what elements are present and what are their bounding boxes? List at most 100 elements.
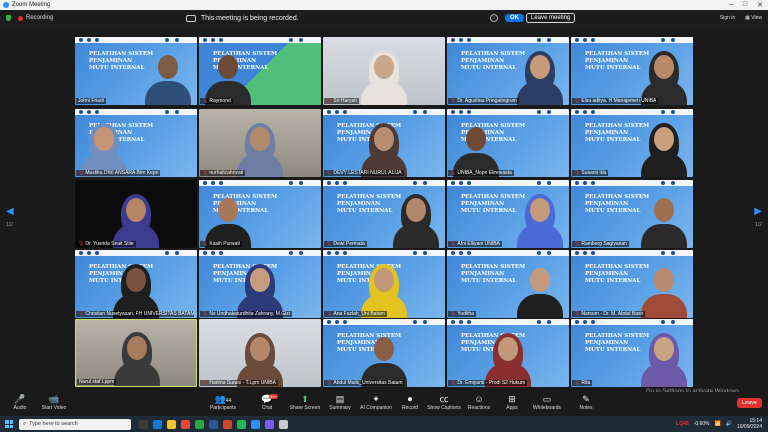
participant-tile[interactable]: PELATIHAN SISTEM PENJAMINAN MUTU INTERNA… [75,37,197,105]
leave-button[interactable]: Leave [737,398,762,408]
teams-icon[interactable] [265,419,274,429]
participant-tile[interactable]: PELATIHAN SISTEM PENJAMINAN MUTU INTERNA… [571,180,693,248]
whiteboards-button[interactable]: ▭ Whiteboards [527,394,567,411]
share-screen-button[interactable]: ⬆ Share Screen [285,394,325,411]
apps-icon: ⊞ [508,394,516,404]
whiteboards-label: Whiteboards [532,405,562,411]
slide-header-logos [571,250,693,256]
participant-name-label: 🎙 Ana Fazlah_Uni Batam [324,311,387,317]
participant-tile[interactable]: PELATIHAN SISTEM PENJAMINAN MUTU INTERNA… [75,250,197,318]
participant-tile[interactable]: PELATIHAN SISTEM PENJAMINAN MUTU INTERNA… [571,109,693,177]
slide-header-logos [447,180,569,186]
whiteboard-icon: ▭ [542,394,552,404]
notes-button[interactable]: ✎ Notes [566,394,606,411]
leave-meeting-button[interactable]: Leave meeting [526,13,576,23]
taskbar-clock[interactable]: 15:14 10/09/2024 [737,418,762,430]
participant-name: Nurul staf Lppm [79,379,115,385]
participant-name-label: 🎙 Narsum - Dr. M. Abdul Basir [572,311,646,317]
participant-name: Christian Nusetyasari, FH UNIVERSITAS BA… [85,311,194,317]
stock-ticker[interactable]: LQ45 [676,421,689,427]
close-icon[interactable]: ✕ [757,1,763,9]
recording-notice-icon [186,14,196,22]
taskbar-search-input[interactable]: ⌕ Type here to search [19,418,131,430]
sign-in-link[interactable]: Sign in [720,15,735,21]
show-captions-button[interactable]: ㏄ Show Captions [424,394,464,411]
participant-tile[interactable]: 🎙 Sri Haryati [323,37,445,105]
participant-video [641,264,687,318]
participant-tile[interactable]: 🎙 nurhafizahrizati [199,109,321,177]
view-button[interactable]: ▦ View [745,15,762,21]
window-titlebar: Zoom Meeting – □ ✕ [0,0,768,10]
participant-name: Raymond [209,98,231,104]
store-icon[interactable] [279,419,288,429]
participant-tile[interactable]: 🎙 Harima Surani - T.Lpm UNIBA [199,319,321,387]
maximize-icon[interactable]: □ [743,1,747,9]
zoom-taskbar-icon[interactable] [251,419,260,429]
participant-tile[interactable]: PELATIHAN SISTEM PENJAMINAN MUTU INTERNA… [199,37,321,105]
network-icon[interactable]: 📶 [715,421,721,427]
participant-tile[interactable]: PELATIHAN SISTEM PENJAMINAN MUTU INTERNA… [447,180,569,248]
previous-page-icon[interactable]: ◀ [6,206,14,217]
participant-tile[interactable]: PELATIHAN SISTEM PENJAMINAN MUTU INTERNA… [323,109,445,177]
participant-tile[interactable]: PELATIHAN SISTEM PENJAMINAN MUTU INTERNA… [447,250,569,318]
slide-header-logos [323,319,445,325]
participant-tile[interactable]: PELATIHAN SISTEM PENJAMINAN MUTU INTERNA… [323,250,445,318]
participant-video [205,51,251,105]
spotify-icon[interactable] [237,419,246,429]
record-label: Record [401,405,419,411]
excel-icon[interactable] [195,419,204,429]
volume-icon[interactable]: 🔊 [726,421,732,427]
participant-video [361,333,407,387]
chat-button[interactable]: 💬 99+ Chat [247,394,287,411]
participant-tile[interactable]: Nurul staf Lppm [75,319,197,387]
participant-tile[interactable]: PELATIHAN SISTEM PENJAMINAN MUTU INTERNA… [199,180,321,248]
chrome-icon[interactable] [181,419,190,429]
participant-name-label: 🎙 Dr. Yusrida Sirait Stiie [76,241,136,247]
participant-name-label: 🎙 Susanti Ida [572,170,609,176]
windows-start-icon[interactable] [5,420,13,428]
slide-header-logos [571,37,693,43]
ok-button[interactable]: OK [505,14,524,22]
meeting-topbar: Recording This meeting is being recorded… [0,10,768,26]
participant-tile[interactable]: PELATIHAN SISTEM PENJAMINAN MUTU INTERNA… [571,250,693,318]
powerpoint-icon[interactable] [223,419,232,429]
next-page-icon[interactable]: ▶ [754,206,762,217]
apps-button[interactable]: ⊞ Apps [492,394,532,411]
participant-name: Ramberg Sagiyanan [581,241,627,247]
edge-icon[interactable] [153,419,162,429]
minimize-icon[interactable]: – [729,1,733,9]
participant-name-label: 🎙 Harima Surani - T.Lpm UNIBA [200,380,278,386]
participant-tile[interactable]: PELATIHAN SISTEM PENJAMINAN MUTU INTERNA… [447,37,569,105]
participant-tile[interactable]: PELATIHAN SISTEM PENJAMINAN MUTU INTERNA… [571,319,693,387]
share-screen-icon: ⬆ [301,394,309,404]
participant-tile[interactable]: PELATIHAN SISTEM PENJAMINAN MUTU INTERNA… [75,109,197,177]
participant-name-label: 🎙 Christian Nusetyasari, FH UNIVERSITAS B… [76,311,194,317]
participant-name: UNIBA_Nopri Elinovasta [457,170,512,176]
muted-mic-icon: 🎙 [574,241,581,247]
slide-title: PELATIHAN SISTEM PENJAMINAN MUTU INTERNA… [461,264,526,284]
record-icon: ⏺ [407,394,413,404]
participant-tile[interactable]: PELATIHAN SISTEM PENJAMINAN MUTU INTERNA… [447,319,569,387]
ai-companion-icon: ✦ [372,394,380,404]
microphone-icon: 🎤 [14,394,26,404]
file-explorer-icon[interactable] [167,419,176,429]
info-icon[interactable]: i [490,14,498,22]
muted-mic-icon: 🎙 [326,98,333,104]
participant-tile[interactable]: PELATIHAN SISTEM PENJAMINAN MUTU INTERNA… [571,37,693,105]
task-view-icon[interactable] [139,419,148,429]
participant-tile[interactable]: PELATIHAN SISTEM PENJAMINAN MUTU INTERNA… [323,319,445,387]
participant-tile[interactable]: 🎙 Dr. Yusrida Sirait Stiie [75,180,197,248]
start-video-button[interactable]: 📹 Start Video [34,394,74,411]
participant-video [145,51,191,105]
word-icon[interactable] [209,419,218,429]
participants-button[interactable]: 👥44 Participants [203,394,243,411]
participant-tile[interactable]: PELATIHAN SISTEM PENJAMINAN MUTU INTERNA… [323,180,445,248]
participant-tile[interactable]: PELATIHAN SISTEM PENJAMINAN MUTU INTERNA… [199,250,321,318]
muted-mic-icon: 🎙 [78,311,85,317]
share-label: Share Screen [289,405,321,411]
recording-indicator[interactable]: Recording [6,15,53,21]
chat-label: Chat [261,405,273,411]
summary-button[interactable]: ▤ Summary [320,394,360,411]
participant-tile[interactable]: PELATIHAN SISTEM PENJAMINAN MUTU INTERNA… [447,109,569,177]
muted-mic-icon: 🎙 [574,98,581,104]
